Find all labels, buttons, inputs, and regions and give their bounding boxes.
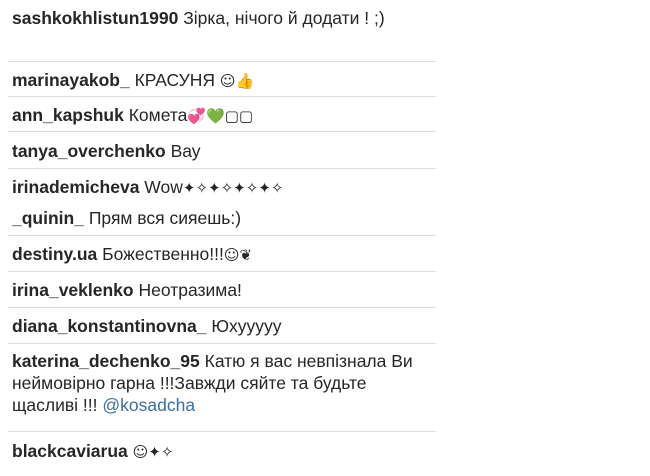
comment-text: Неотразима! [138, 280, 242, 300]
comment-divider [8, 307, 436, 308]
comment-divider [8, 61, 436, 62]
comment-username[interactable]: ann_kapshuk [12, 105, 124, 125]
comment-text: КРАСУНЯ [134, 70, 216, 90]
comment-text: Зірка, нічого й додати ! ;) [183, 8, 385, 28]
comment-item: katerina_dechenko_95 Катю я вас невпізна… [12, 350, 432, 416]
comment-username[interactable]: tanya_overchenko [12, 141, 166, 161]
smile-sparkles-emoji: ☺✦✧ [132, 443, 174, 461]
comment-username[interactable]: destiny.ua [12, 244, 97, 264]
comment-text: Wow [144, 177, 183, 197]
comment-item: ann_kapshuk Комета💞💚▢▢ [12, 104, 432, 127]
comment-username[interactable]: blackcaviarua [12, 441, 128, 461]
comment-text: Божественно!!! [102, 244, 224, 264]
comment-item: diana_konstantinovna_ Юхууууу [12, 315, 432, 337]
comment-mention-link[interactable]: @kosadcha [102, 395, 195, 415]
comment-username[interactable]: katerina_dechenko_95 [12, 351, 200, 371]
comment-divider [8, 343, 436, 344]
comment-divider [8, 168, 436, 169]
comment-divider [8, 431, 436, 432]
comment-text: Прям вся сияешь:) [88, 208, 242, 228]
comment-item: marinayakob_ КРАСУНЯ ☺👍 [12, 69, 432, 92]
comment-text: Юхууууу [211, 316, 282, 336]
comment-divider [8, 96, 436, 97]
comment-username[interactable]: marinayakob_ [12, 70, 130, 90]
sparkles-emoji: ✦✧✦✧✦✧✦✧ [182, 179, 284, 197]
comment-text: Комета [128, 105, 188, 125]
comment-username[interactable]: _quinin_ [12, 208, 84, 228]
comment-text: Вау [170, 141, 201, 161]
comment-divider [8, 271, 436, 272]
comment-divider [8, 131, 436, 132]
comment-item: irinademicheva Wow✦✧✦✧✦✧✦✧ [12, 176, 432, 199]
comment-item: tanya_overchenko Вау [12, 140, 432, 162]
smile-thumbs-emoji: ☺👍 [219, 72, 255, 90]
comment-item: sashkokhlistun1990 Зірка, нічого й додат… [12, 7, 432, 29]
hearts-emoji: 💞💚▢▢ [187, 107, 254, 125]
comment-divider [8, 235, 436, 236]
comment-item: _quinin_ Прям вся сияешь:) [12, 207, 432, 229]
comment-username[interactable]: irina_veklenko [12, 280, 134, 300]
comment-username[interactable]: diana_konstantinovna_ [12, 316, 207, 336]
comment-username[interactable]: sashkokhlistun1990 [12, 8, 178, 28]
smile-flower-emoji: ☺❦ [223, 246, 253, 264]
comment-item: irina_veklenko Неотразима! [12, 279, 432, 301]
comment-username[interactable]: irinademicheva [12, 177, 139, 197]
comment-item: blackcaviarua ☺✦✧ [12, 440, 432, 463]
comment-item: destiny.ua Божественно!!!☺❦ [12, 243, 432, 266]
